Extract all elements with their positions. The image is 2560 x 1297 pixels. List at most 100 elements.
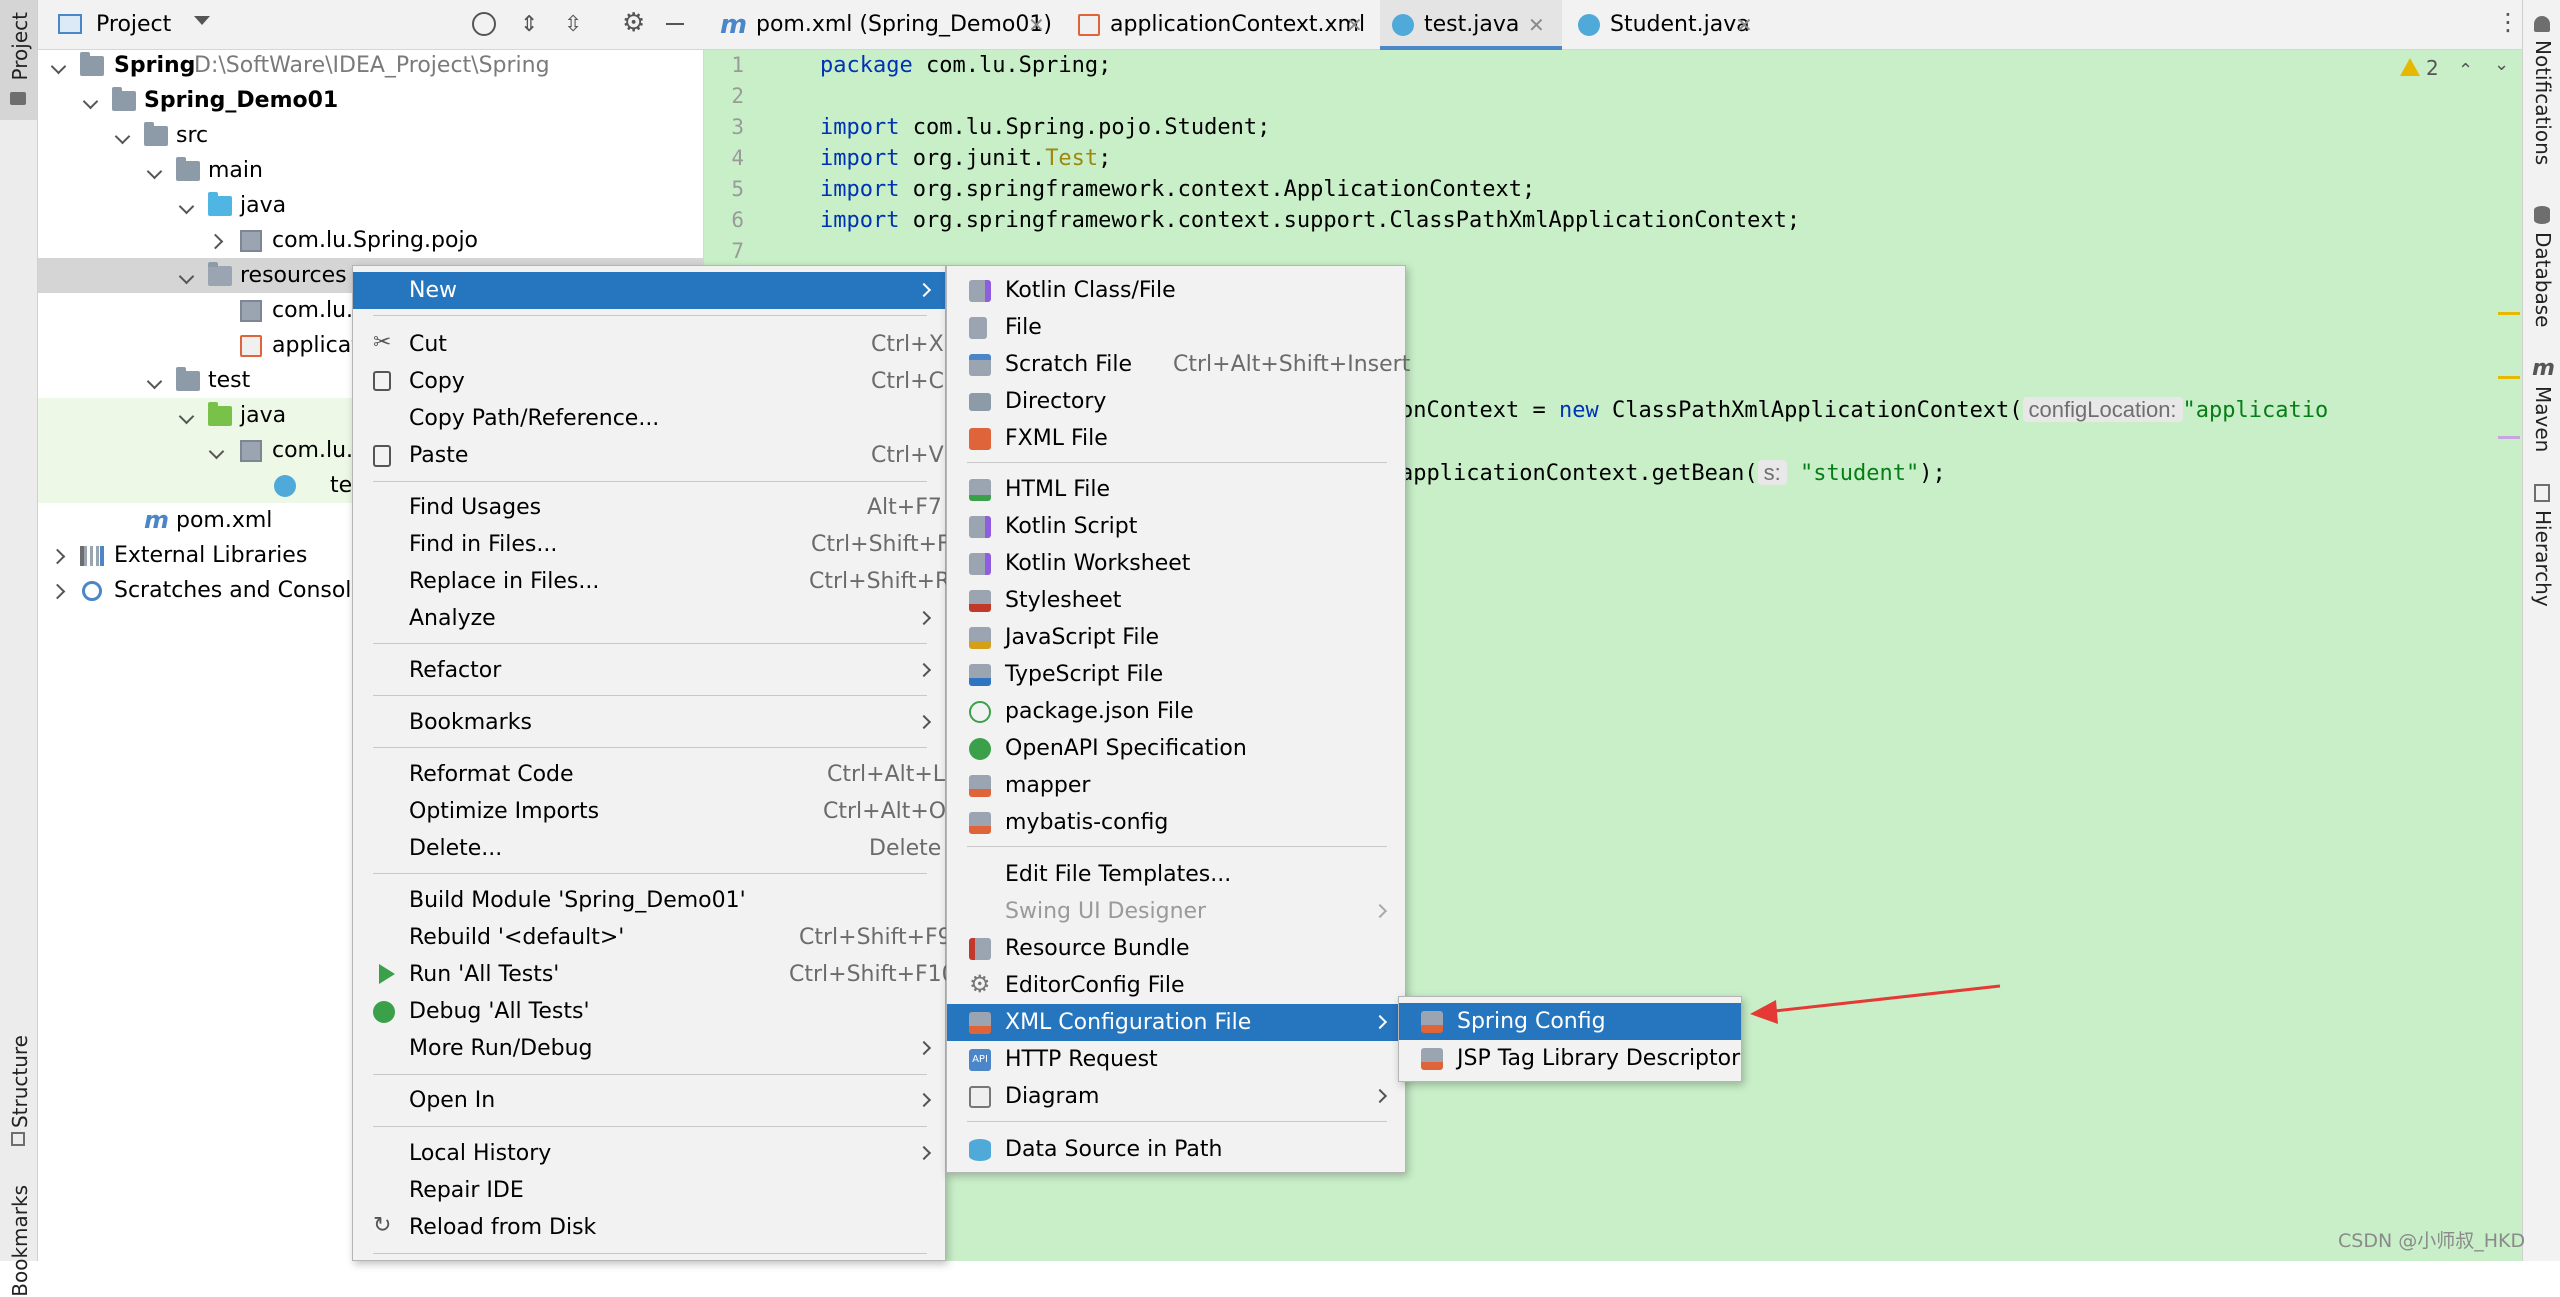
tab-student[interactable]: Student.java ✕ bbox=[1566, 0, 1766, 50]
maven-tool-label[interactable]: Maven bbox=[2531, 386, 2555, 452]
menu-item-ts[interactable]: TypeScript File bbox=[947, 656, 1405, 693]
project-tool-button[interactable]: Project bbox=[0, 0, 37, 120]
menu-item-copy-path[interactable]: Copy Path/Reference... bbox=[353, 400, 945, 437]
minimize-icon[interactable] bbox=[666, 23, 684, 25]
tree-row-main[interactable]: main bbox=[38, 153, 704, 188]
chevron-down-icon[interactable] bbox=[180, 269, 194, 283]
keyword: package bbox=[820, 53, 913, 78]
chevron-down-icon[interactable]: ⌄ bbox=[2494, 54, 2509, 75]
locate-icon[interactable] bbox=[472, 12, 496, 36]
structure-tool-label[interactable]: Structure bbox=[8, 1035, 32, 1128]
menu-item-local-history[interactable]: Local History bbox=[353, 1135, 945, 1172]
chevron-down-icon[interactable] bbox=[116, 129, 130, 143]
menu-item-html[interactable]: HTML File bbox=[947, 471, 1405, 508]
menu-item-find-in-files[interactable]: Find in Files... Ctrl+Shift+F bbox=[353, 526, 950, 563]
menu-item-optimize[interactable]: Optimize Imports Ctrl+Alt+O bbox=[353, 793, 946, 830]
hierarchy-tool-label[interactable]: Hierarchy bbox=[2531, 510, 2555, 607]
close-icon[interactable]: ✕ bbox=[1346, 0, 1363, 50]
menu-item-paste[interactable]: Paste Ctrl+V bbox=[353, 437, 945, 474]
menu-item-openapi[interactable]: OpenAPI Specification bbox=[947, 730, 1405, 767]
code-text: applicationContext.getBean( bbox=[1400, 461, 1758, 486]
more-tabs-icon[interactable]: ⋮ bbox=[2496, 8, 2520, 36]
close-icon[interactable]: ✕ bbox=[1528, 0, 1545, 50]
openapi-icon bbox=[969, 738, 991, 760]
bookmarks-tool-label[interactable]: Bookmarks bbox=[8, 1185, 32, 1297]
menu-item-datasource[interactable]: Data Source in Path bbox=[947, 1131, 1405, 1168]
warning-icon[interactable] bbox=[2400, 58, 2420, 76]
menu-item-diagram[interactable]: Diagram bbox=[947, 1078, 1405, 1115]
menu-item-debug[interactable]: Debug 'All Tests' bbox=[353, 993, 945, 1030]
database-icon bbox=[2534, 206, 2550, 224]
menu-item-rebuild[interactable]: Rebuild '<default>' Ctrl+Shift+F9 bbox=[353, 919, 952, 956]
notifications-tool-label[interactable]: Notifications bbox=[2531, 40, 2555, 165]
menu-item-build-module[interactable]: Build Module 'Spring_Demo01' bbox=[353, 882, 945, 919]
tree-path: D:\SoftWare\IDEA_Project\Spring bbox=[194, 53, 550, 78]
menu-item-resource-bundle[interactable]: Resource Bundle bbox=[947, 930, 1405, 967]
menu-item-js[interactable]: JavaScript File bbox=[947, 619, 1405, 656]
menu-item-repair[interactable]: Repair IDE bbox=[353, 1172, 945, 1209]
menu-item-stylesheet[interactable]: Stylesheet bbox=[947, 582, 1405, 619]
menu-item-file[interactable]: File bbox=[947, 309, 1405, 346]
tree-row-java[interactable]: java bbox=[38, 188, 704, 223]
menu-item-new[interactable]: New bbox=[353, 272, 945, 309]
chevron-down-icon[interactable] bbox=[148, 374, 162, 388]
chevron-up-icon[interactable]: ⌃ bbox=[2458, 60, 2473, 81]
menu-item-scratch[interactable]: Scratch File Ctrl+Alt+Shift+Insert bbox=[947, 346, 1410, 383]
menu-item-spring-config[interactable]: Spring Config bbox=[1399, 1003, 1741, 1040]
menu-item-editorconfig[interactable]: ⚙ EditorConfig File bbox=[947, 967, 1405, 1004]
menu-item-reload[interactable]: ↻ Reload from Disk bbox=[353, 1209, 945, 1246]
code-text: com.lu.Spring; bbox=[912, 53, 1112, 78]
chevron-right-icon[interactable] bbox=[52, 549, 66, 563]
chevron-down-icon[interactable] bbox=[210, 444, 224, 458]
collapse-all-icon[interactable]: ⇳ bbox=[564, 12, 582, 37]
menu-item-kotlin-worksheet[interactable]: Kotlin Worksheet bbox=[947, 545, 1405, 582]
menu-item-fxml[interactable]: FXML File bbox=[947, 420, 1405, 457]
menu-item-cut[interactable]: ✂ Cut Ctrl+X bbox=[353, 326, 945, 363]
project-view-title[interactable]: Project bbox=[96, 12, 171, 37]
menu-item-kotlin-class[interactable]: Kotlin Class/File bbox=[947, 272, 1405, 309]
menu-item-packagejson[interactable]: package.json File bbox=[947, 693, 1405, 730]
close-icon[interactable]: ✕ bbox=[1028, 0, 1045, 50]
menu-item-find-usages[interactable]: Find Usages Alt+F7 bbox=[353, 489, 945, 526]
database-tool-label[interactable]: Database bbox=[2531, 232, 2555, 327]
menu-item-mybatis[interactable]: mybatis-config bbox=[947, 804, 1405, 841]
menu-item-refactor[interactable]: Refactor bbox=[353, 652, 945, 689]
menu-item-reformat[interactable]: Reformat Code Ctrl+Alt+L bbox=[353, 756, 945, 793]
menu-item-mapper[interactable]: mapper bbox=[947, 767, 1405, 804]
menu-item-more-run[interactable]: More Run/Debug bbox=[353, 1030, 945, 1067]
menu-item-run[interactable]: Run 'All Tests' Ctrl+Shift+F10 bbox=[353, 956, 956, 993]
chevron-right-icon[interactable] bbox=[52, 584, 66, 598]
chevron-down-icon[interactable] bbox=[52, 59, 66, 73]
warning-count[interactable]: 2 bbox=[2426, 56, 2439, 80]
chevron-down-icon[interactable] bbox=[180, 409, 194, 423]
chevron-down-icon[interactable] bbox=[180, 199, 194, 213]
chevron-right-icon[interactable] bbox=[210, 234, 224, 248]
menu-item-http[interactable]: API HTTP Request bbox=[947, 1041, 1405, 1078]
menu-item-jsp-tld[interactable]: JSP Tag Library Descriptor bbox=[1399, 1040, 1741, 1077]
menu-item-replace-in-files[interactable]: Replace in Files... Ctrl+Shift+R bbox=[353, 563, 950, 600]
menu-item-bookmarks[interactable]: Bookmarks bbox=[353, 704, 945, 741]
tree-row-pojo[interactable]: com.lu.Spring.pojo bbox=[38, 223, 704, 258]
menu-item-copy[interactable]: Copy Ctrl+C bbox=[353, 363, 945, 400]
menu-item-delete[interactable]: Delete... Delete bbox=[353, 830, 945, 867]
tree-row-src[interactable]: src bbox=[38, 118, 704, 153]
menu-separator bbox=[373, 643, 927, 644]
tree-row-demo[interactable]: Spring_Demo01 bbox=[38, 83, 704, 118]
folder-icon bbox=[176, 367, 200, 391]
menu-item-kotlin-script[interactable]: Kotlin Script bbox=[947, 508, 1405, 545]
expand-all-icon[interactable]: ⇕ bbox=[520, 12, 538, 37]
menu-item-xml-config[interactable]: XML Configuration File bbox=[947, 1004, 1405, 1041]
menu-item-edit-templates[interactable]: Edit File Templates... bbox=[947, 856, 1405, 893]
chevron-down-icon[interactable] bbox=[194, 16, 210, 25]
tab-app-context[interactable]: applicationContext.xml ✕ bbox=[1066, 0, 1376, 50]
close-icon[interactable]: ✕ bbox=[1736, 0, 1753, 50]
tab-pom[interactable]: m pom.xml (Spring_Demo01) ✕ bbox=[712, 0, 1062, 50]
menu-item-open-in[interactable]: Open In bbox=[353, 1082, 945, 1119]
chevron-down-icon[interactable] bbox=[148, 164, 162, 178]
menu-item-directory[interactable]: Directory bbox=[947, 383, 1405, 420]
tab-test[interactable]: test.java ✕ bbox=[1380, 0, 1562, 50]
chevron-down-icon[interactable] bbox=[84, 94, 98, 108]
menu-item-analyze[interactable]: Analyze bbox=[353, 600, 945, 637]
tree-row-spring[interactable]: Spring D:\SoftWare\IDEA_Project\Spring bbox=[38, 48, 704, 83]
gear-icon[interactable]: ⚙ bbox=[622, 8, 645, 38]
